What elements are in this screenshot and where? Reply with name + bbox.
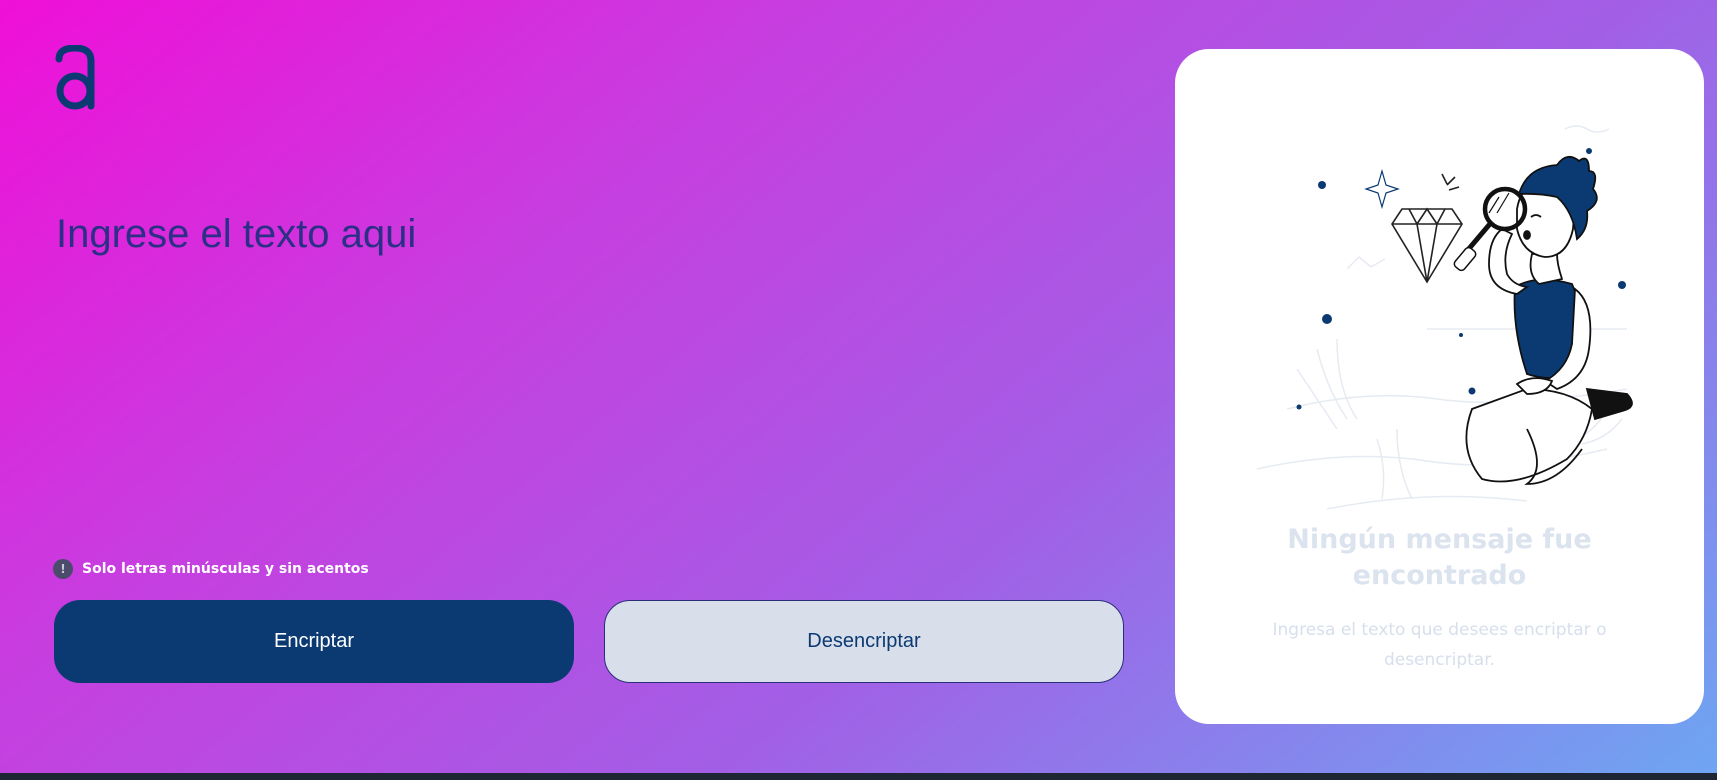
window-bottom-edge <box>0 773 1717 780</box>
searching-person-illustration <box>1256 125 1633 510</box>
message-input[interactable] <box>56 212 1116 532</box>
alura-logo-icon <box>55 45 95 110</box>
no-message-text: Ingresa el texto que desees encriptar o … <box>1272 620 1607 670</box>
no-message-title: Ningún mensaje fue encontrado <box>1287 524 1592 591</box>
decrypt-button-label: Desencriptar <box>807 630 921 652</box>
hint-text: Solo letras minúsculas y sin acentos <box>82 561 369 577</box>
encrypt-button-label: Encriptar <box>273 630 355 652</box>
input-hint: ! Solo letras minúsculas y sin acentos <box>53 559 369 579</box>
decrypt-button[interactable]: Desencriptar <box>604 600 1124 683</box>
output-panel: Ningún mensaje fue encontrado Ingresa el… <box>1175 49 1704 724</box>
encrypt-button[interactable]: Encriptar <box>54 600 574 683</box>
exclamation-circle-icon: ! <box>53 559 73 579</box>
